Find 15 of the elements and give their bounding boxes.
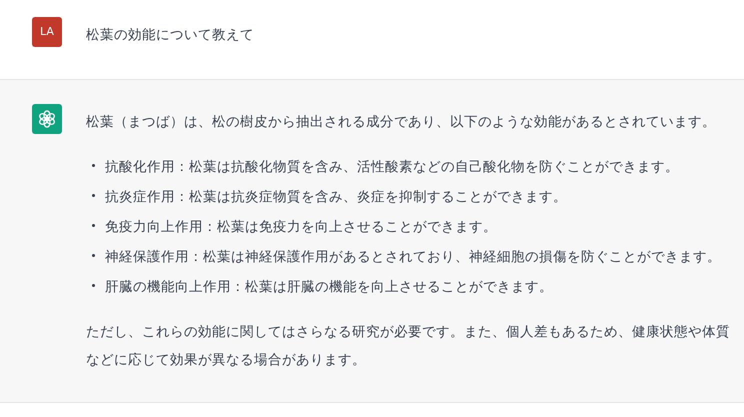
bullet-icon bbox=[92, 164, 95, 167]
list-item-text: 肝臓の機能向上作用：松葉は肝臓の機能を向上させることができます。 bbox=[105, 278, 553, 297]
bullet-icon bbox=[92, 224, 95, 227]
bullet-icon bbox=[92, 194, 95, 197]
list-item-text: 抗酸化作用：松葉は抗酸化物質を含み、活性酸素などの自己酸化物を防ぐことができます。 bbox=[105, 158, 679, 177]
list-item-text: 抗炎症作用：松葉は抗炎症物質を含み、炎症を抑制することができます。 bbox=[105, 188, 567, 207]
message-text: 松葉の効能について教えて bbox=[86, 26, 254, 45]
message-text: 松葉（まつば）は、松の樹皮から抽出される成分であり、以下のような効能があるとされています。 bbox=[86, 113, 717, 132]
user-avatar: LA bbox=[32, 17, 62, 47]
bullet-icon bbox=[92, 254, 95, 257]
list-item-text: 神経保護作用：松葉は神経保護作用があるとされており、神経細胞の損傷を防ぐことができます。 bbox=[105, 248, 721, 267]
knot-logo-icon bbox=[37, 109, 57, 129]
message-text: ただし、これらの効能に関してはさらなる研究が必要です。また、個人差もあるため、健康状態や体質などに応じて効果が異なる場合があります。 bbox=[86, 323, 731, 370]
list-item-text: 免疫力向上作用：松葉は免疫力を向上させることができます。 bbox=[105, 218, 497, 237]
bullet-icon bbox=[92, 284, 95, 287]
